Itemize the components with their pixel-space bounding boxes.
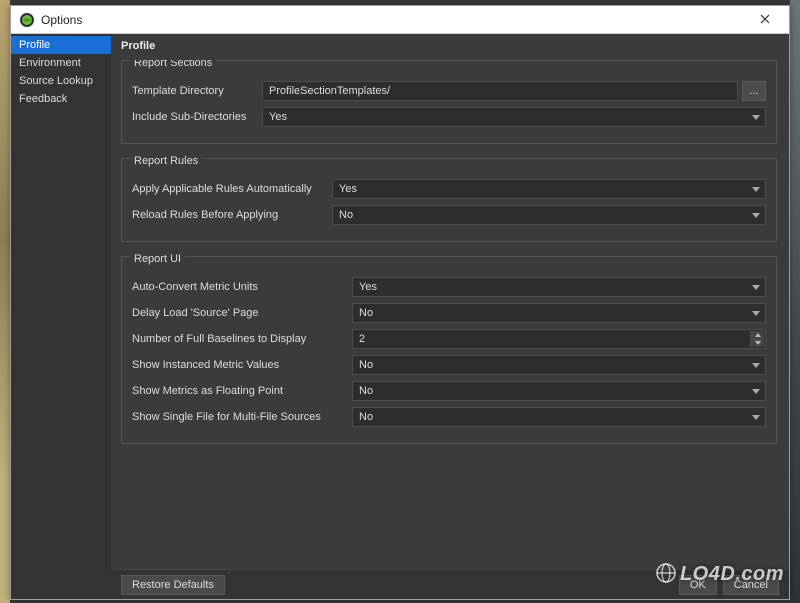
chevron-up-icon bbox=[755, 333, 761, 337]
instanced-select[interactable]: No bbox=[352, 355, 766, 375]
cancel-button[interactable]: Cancel bbox=[723, 575, 779, 595]
baselines-value: 2 bbox=[359, 333, 365, 345]
label-apply-auto: Apply Applicable Rules Automatically bbox=[132, 183, 322, 195]
restore-defaults-button[interactable]: Restore Defaults bbox=[121, 575, 225, 595]
app-icon bbox=[19, 12, 35, 28]
label-instanced: Show Instanced Metric Values bbox=[132, 359, 342, 371]
apply-auto-value: Yes bbox=[339, 183, 357, 195]
label-floating: Show Metrics as Floating Point bbox=[132, 385, 342, 397]
spinner-down-button[interactable] bbox=[750, 339, 764, 348]
floating-value: No bbox=[359, 385, 373, 397]
ok-button[interactable]: OK bbox=[679, 575, 717, 595]
single-file-select[interactable]: No bbox=[352, 407, 766, 427]
group-legend-sections: Report Sections bbox=[130, 60, 216, 69]
label-include-subdirs: Include Sub-Directories bbox=[132, 111, 252, 123]
auto-convert-value: Yes bbox=[359, 281, 377, 293]
page-title: Profile bbox=[111, 34, 789, 60]
options-window: Options Profile Environment Source Looku… bbox=[10, 5, 790, 600]
titlebar: Options bbox=[11, 6, 789, 34]
auto-convert-select[interactable]: Yes bbox=[352, 277, 766, 297]
browse-button[interactable]: ... bbox=[742, 81, 766, 101]
window-title: Options bbox=[41, 13, 745, 27]
floating-select[interactable]: No bbox=[352, 381, 766, 401]
delay-source-value: No bbox=[359, 307, 373, 319]
label-baselines: Number of Full Baselines to Display bbox=[132, 333, 342, 345]
single-file-value: No bbox=[359, 411, 373, 423]
delay-source-select[interactable]: No bbox=[352, 303, 766, 323]
baselines-spinner[interactable]: 2 bbox=[352, 329, 766, 349]
close-icon bbox=[760, 11, 770, 29]
sidebar-item-profile[interactable]: Profile bbox=[11, 36, 111, 54]
label-delay-source: Delay Load 'Source' Page bbox=[132, 307, 342, 319]
sidebar-item-feedback[interactable]: Feedback bbox=[11, 90, 111, 108]
label-single-file: Show Single File for Multi-File Sources bbox=[132, 411, 342, 423]
close-button[interactable] bbox=[745, 6, 785, 33]
label-auto-convert: Auto-Convert Metric Units bbox=[132, 281, 342, 293]
footer: Restore Defaults OK Cancel bbox=[111, 569, 789, 599]
instanced-value: No bbox=[359, 359, 373, 371]
group-legend-ui: Report UI bbox=[130, 253, 185, 265]
apply-auto-select[interactable]: Yes bbox=[332, 179, 766, 199]
sidebar-item-source-lookup[interactable]: Source Lookup bbox=[11, 72, 111, 90]
group-legend-rules: Report Rules bbox=[130, 155, 202, 167]
group-report-sections: Report Sections Template Directory ... I… bbox=[121, 60, 777, 144]
sidebar-item-environment[interactable]: Environment bbox=[11, 54, 111, 72]
reload-rules-select[interactable]: No bbox=[332, 205, 766, 225]
background-left bbox=[0, 0, 10, 603]
spinner-up-button[interactable] bbox=[750, 331, 764, 339]
include-subdirs-select[interactable]: Yes bbox=[262, 107, 766, 127]
template-directory-input[interactable] bbox=[262, 81, 738, 101]
chevron-down-icon bbox=[755, 341, 761, 345]
reload-rules-value: No bbox=[339, 209, 353, 221]
group-report-rules: Report Rules Apply Applicable Rules Auto… bbox=[121, 158, 777, 242]
include-subdirs-value: Yes bbox=[269, 111, 287, 123]
label-reload-rules: Reload Rules Before Applying bbox=[132, 209, 322, 221]
group-report-ui: Report UI Auto-Convert Metric Units Yes … bbox=[121, 256, 777, 444]
sidebar: Profile Environment Source Lookup Feedba… bbox=[11, 34, 111, 599]
label-template-directory: Template Directory bbox=[132, 85, 252, 97]
background-right bbox=[790, 0, 800, 603]
